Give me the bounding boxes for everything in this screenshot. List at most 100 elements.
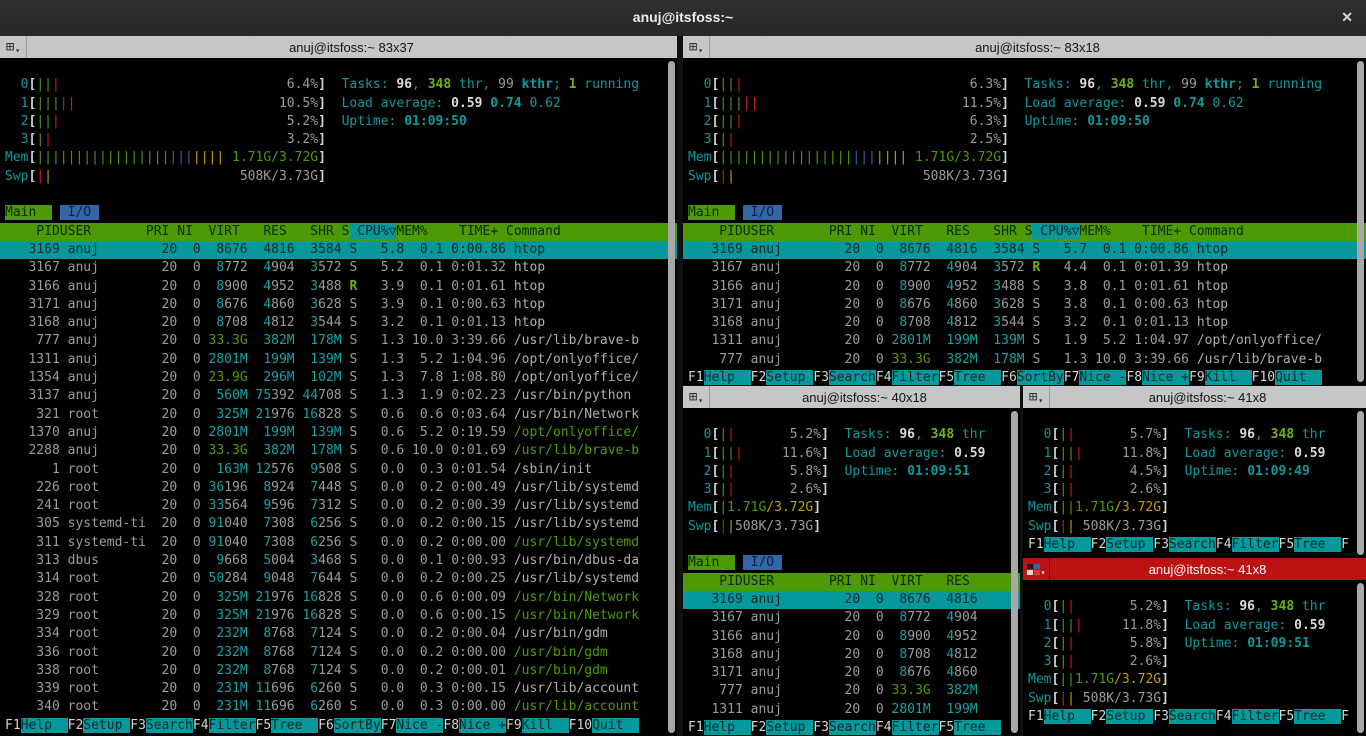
term-line: 313 dbus 20 0 9668 5004 3468 S 0.0 0.1 0…: [0, 552, 677, 570]
term-line: [0, 58, 677, 76]
term-line: 3167 anuj 20 0 8772 4904: [683, 609, 1020, 627]
pane-top-right-83x18: ⊞▾ anuj@itsfoss:~ 83x18 0[||| 6.3%] Task…: [683, 36, 1366, 385]
term-line: Mem[|||||||||||||||||||||||| 1.71G/3.72G…: [683, 149, 1366, 167]
term-line: 2[|| 5.8%] Uptime: 01:09:51: [683, 463, 1020, 481]
term-line: 1[||||| 11.5%] Load average: 0.59 0.74 0…: [683, 95, 1366, 113]
term-line: 2[||| 6.3%] Uptime: 01:09:50: [683, 113, 1366, 131]
term-line: F1Help F2Setup F3SearchF4FilterF5Tree F: [1023, 708, 1366, 726]
window-title: anuj@itsfoss:~: [0, 9, 1366, 25]
term-line: PIDUSER PRI NI VIRT RES SHR S CPU%▽MEM% …: [683, 223, 1366, 241]
split-grid-icon[interactable]: ⊞▾: [0, 36, 27, 58]
term-line: [1023, 408, 1366, 426]
term-line: 0[|| 5.2%] Tasks: 96, 348 thr: [683, 426, 1020, 444]
term-line: 3166 anuj 20 0 8900 4952: [683, 628, 1020, 646]
scrollbar[interactable]: [1357, 583, 1364, 733]
term-line: Mem[||1.71G/3.72G]: [1023, 671, 1366, 689]
term-line: Main I/O: [0, 204, 677, 222]
term-line: 3169 anuj 20 0 8676 4816: [683, 591, 1020, 609]
term-line: 1[||||| 10.5%] Load average: 0.59 0.74 0…: [0, 95, 677, 113]
pane-bottom-middle-40x18: ⊞▾ anuj@itsfoss:~ 40x18 0[|| 5.2%] Tasks…: [683, 386, 1020, 736]
term-line: 3[|| 2.6%]: [1023, 481, 1366, 499]
term-line: 777 anuj 20 0 33.3G 382M 178M S 1.3 10.0…: [683, 351, 1366, 369]
term-line: 3[|| 2.6%]: [683, 481, 1020, 499]
pane-titlebar[interactable]: ⊞▾ anuj@itsfoss:~ 83x18: [683, 36, 1366, 58]
term-line: 311 systemd-ti 20 0 91040 7308 6256 S 0.…: [0, 534, 677, 552]
terminal-screen[interactable]: 0[||| 6.4%] Tasks: 96, 348 thr, 99 kthr;…: [0, 58, 677, 736]
terminal-screen[interactable]: 0[||| 6.3%] Tasks: 96, 348 thr, 99 kthr;…: [683, 58, 1366, 385]
term-line: 3166 anuj 20 0 8900 4952 3488 S 3.8 0.1 …: [683, 278, 1366, 296]
term-line: 338 root 20 0 232M 8768 7124 S 0.0 0.2 0…: [0, 662, 677, 680]
scrollbar[interactable]: [668, 61, 675, 733]
split-grid-icon[interactable]: ⊞▾: [683, 386, 710, 408]
window-titlebar[interactable]: anuj@itsfoss:~ ✕: [0, 0, 1366, 37]
term-line: 2[||| 5.2%] Uptime: 01:09:50: [0, 113, 677, 131]
pane-title: anuj@itsfoss:~ 40x18: [709, 390, 1020, 405]
term-line: F1Help F2Setup F3SearchF4FilterF5Tree F6…: [0, 717, 677, 735]
term-line: 328 root 20 0 325M 21976 16828 S 0.0 0.6…: [0, 589, 677, 607]
scrollbar[interactable]: [1357, 61, 1364, 382]
term-line: 1[||| 11.8%] Load average: 0.59: [1023, 445, 1366, 463]
scrollbar[interactable]: [1011, 411, 1018, 733]
term-line: 3[|| 2.5%]: [683, 131, 1366, 149]
close-icon[interactable]: ✕: [1341, 9, 1353, 26]
term-line: Mem[||1.71G/3.72G]: [1023, 499, 1366, 517]
term-line: Swp[|| 508K/3.73G]: [683, 168, 1366, 186]
pane-titlebar-focused[interactable]: ▾ anuj@itsfoss:~ 41x8: [1023, 558, 1366, 580]
term-line: 305 systemd-ti 20 0 91040 7308 6256 S 0.…: [0, 515, 677, 533]
term-line: 3171 anuj 20 0 8676 4860: [683, 664, 1020, 682]
term-line: F1Help F2Setup F3SearchF4FilterF5Tree: [683, 719, 1020, 736]
term-line: 1354 anuj 20 0 23.9G 296M 102M S 1.3 7.8…: [0, 369, 677, 387]
pane-titlebar[interactable]: ⊞▾ anuj@itsfoss:~ 83x37: [0, 36, 677, 58]
term-line: 1[||| 11.8%] Load average: 0.59: [1023, 617, 1366, 635]
term-line: Swp[|| 508K/3.73G]: [1023, 690, 1366, 708]
term-line: 241 root 20 0 33564 9596 7312 S 0.0 0.2 …: [0, 497, 677, 515]
term-line: 329 root 20 0 325M 21976 16828 S 0.0 0.6…: [0, 607, 677, 625]
term-line: 340 root 20 0 231M 11696 6260 S 0.0 0.3 …: [0, 698, 677, 716]
term-line: 1 root 20 0 163M 12576 9508 S 0.0 0.3 0:…: [0, 461, 677, 479]
term-line: 3169 anuj 20 0 8676 4816 3584 S 5.8 0.1 …: [0, 241, 677, 259]
term-line: 777 anuj 20 0 33.3G 382M 178M S 1.3 10.0…: [0, 332, 677, 350]
term-line: 3169 anuj 20 0 8676 4816 3584 S 5.7 0.1 …: [683, 241, 1366, 259]
term-line: 1311 anuj 20 0 2801M 199M: [683, 701, 1020, 719]
term-line: PIDUSER PRI NI VIRT RES SHR S CPU%▽MEM% …: [0, 223, 677, 241]
terminal-screen[interactable]: 0[|| 5.7%] Tasks: 96, 348 thr 1[||| 11.8…: [1023, 408, 1366, 558]
term-line: 1311 anuj 20 0 2801M 199M 139M S 1.3 5.2…: [0, 351, 677, 369]
split-grid-icon[interactable]: ⊞▾: [1023, 386, 1050, 408]
terminal-screen[interactable]: 0[|| 5.2%] Tasks: 96, 348 thr 1[||| 11.6…: [683, 408, 1020, 736]
term-line: 3[|| 2.6%]: [1023, 653, 1366, 671]
term-line: 3167 anuj 20 0 8772 4904 3572 R 4.4 0.1 …: [683, 259, 1366, 277]
term-line: 3168 anuj 20 0 8708 4812: [683, 646, 1020, 664]
pane-bottom-right-upper-41x8: ⊞▾ anuj@itsfoss:~ 41x8 0[|| 5.7%] Tasks:…: [1023, 386, 1366, 558]
term-line: F1Help F2Setup F3SearchF4FilterF5Tree F6…: [683, 369, 1366, 385]
term-line: 3168 anuj 20 0 8708 4812 3544 S 3.2 0.1 …: [683, 314, 1366, 332]
scrollbar[interactable]: [1357, 411, 1364, 555]
term-line: 0[|| 5.7%] Tasks: 96, 348 thr: [1023, 426, 1366, 444]
term-line: 336 root 20 0 232M 8768 7124 S 0.0 0.2 0…: [0, 644, 677, 662]
term-line: PIDUSER PRI NI VIRT RES: [683, 573, 1020, 591]
split-grid-icon[interactable]: ⊞▾: [683, 36, 710, 58]
term-line: 3[|| 3.2%]: [0, 131, 677, 149]
pane-title: anuj@itsfoss:~ 83x18: [709, 40, 1366, 55]
split-grid-icon-colored[interactable]: ▾: [1023, 558, 1050, 580]
term-line: 1[||| 11.6%] Load average: 0.59: [683, 445, 1020, 463]
term-line: [683, 186, 1366, 204]
pane-titlebar[interactable]: ⊞▾ anuj@itsfoss:~ 40x18: [683, 386, 1020, 408]
term-line: 3166 anuj 20 0 8900 4952 3488 R 3.9 0.1 …: [0, 278, 677, 296]
term-line: [683, 408, 1020, 426]
term-line: 3168 anuj 20 0 8708 4812 3544 S 3.2 0.1 …: [0, 314, 677, 332]
term-line: 2[|| 4.5%] Uptime: 01:09:49: [1023, 463, 1366, 481]
term-line: Main I/O: [683, 554, 1020, 572]
term-line: 3171 anuj 20 0 8676 4860 3628 S 3.8 0.1 …: [683, 296, 1366, 314]
term-line: 3171 anuj 20 0 8676 4860 3628 S 3.9 0.1 …: [0, 296, 677, 314]
term-line: 3137 anuj 20 0 560M 75392 44708 S 1.3 1.…: [0, 387, 677, 405]
term-line: Swp[|| 508K/3.73G]: [1023, 518, 1366, 536]
pane-titlebar[interactable]: ⊞▾ anuj@itsfoss:~ 41x8: [1023, 386, 1366, 408]
term-line: F1Help F2Setup F3SearchF4FilterF5Tree F: [1023, 536, 1366, 554]
term-line: [683, 536, 1020, 554]
term-line: 3167 anuj 20 0 8772 4904 3572 S 5.2 0.1 …: [0, 259, 677, 277]
terminal-screen[interactable]: 0[|| 5.2%] Tasks: 96, 348 thr 1[||| 11.8…: [1023, 580, 1366, 736]
term-line: [683, 58, 1366, 76]
term-line: 1311 anuj 20 0 2801M 199M 139M S 1.9 5.2…: [683, 332, 1366, 350]
term-line: 339 root 20 0 231M 11696 6260 S 0.0 0.3 …: [0, 680, 677, 698]
term-line: [0, 186, 677, 204]
